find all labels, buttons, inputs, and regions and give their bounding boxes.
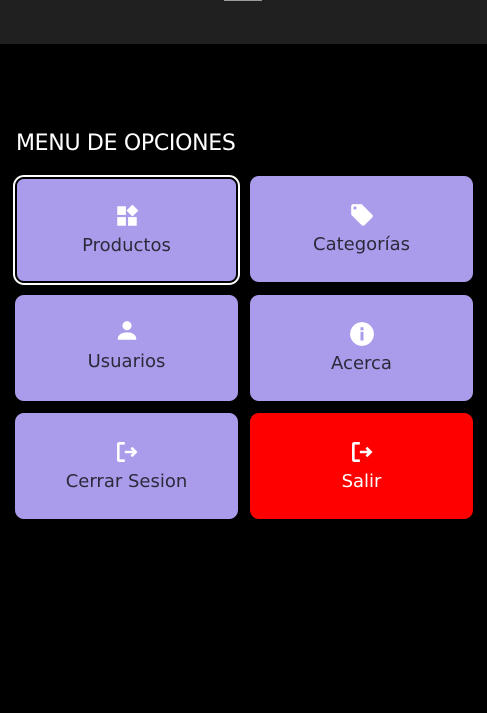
salir-label: Salir — [341, 471, 382, 492]
usuarios-label: Usuarios — [87, 351, 166, 372]
widgets-icon — [116, 204, 138, 226]
person-icon — [117, 321, 136, 340]
productos-button[interactable]: Productos — [13, 175, 240, 285]
acerca-button[interactable]: Acerca — [250, 295, 473, 401]
page-title: MENU DE OPCIONES — [16, 131, 236, 156]
logout-icon — [351, 442, 373, 462]
acerca-label: Acerca — [331, 353, 392, 374]
salir-button[interactable]: Salir — [250, 413, 473, 519]
tag-icon — [350, 204, 373, 226]
cerrar-sesion-button[interactable]: Cerrar Sesion — [15, 413, 238, 519]
categorias-label: Categorías — [313, 234, 410, 255]
drag-handle[interactable] — [224, 0, 262, 1]
title-bar — [0, 0, 487, 44]
logout-icon — [116, 442, 138, 462]
categorias-button[interactable]: Categorías — [250, 176, 473, 282]
productos-label: Productos — [82, 235, 171, 256]
cerrar-sesion-label: Cerrar Sesion — [65, 471, 188, 492]
info-icon — [349, 322, 374, 346]
usuarios-button[interactable]: Usuarios — [15, 295, 238, 401]
